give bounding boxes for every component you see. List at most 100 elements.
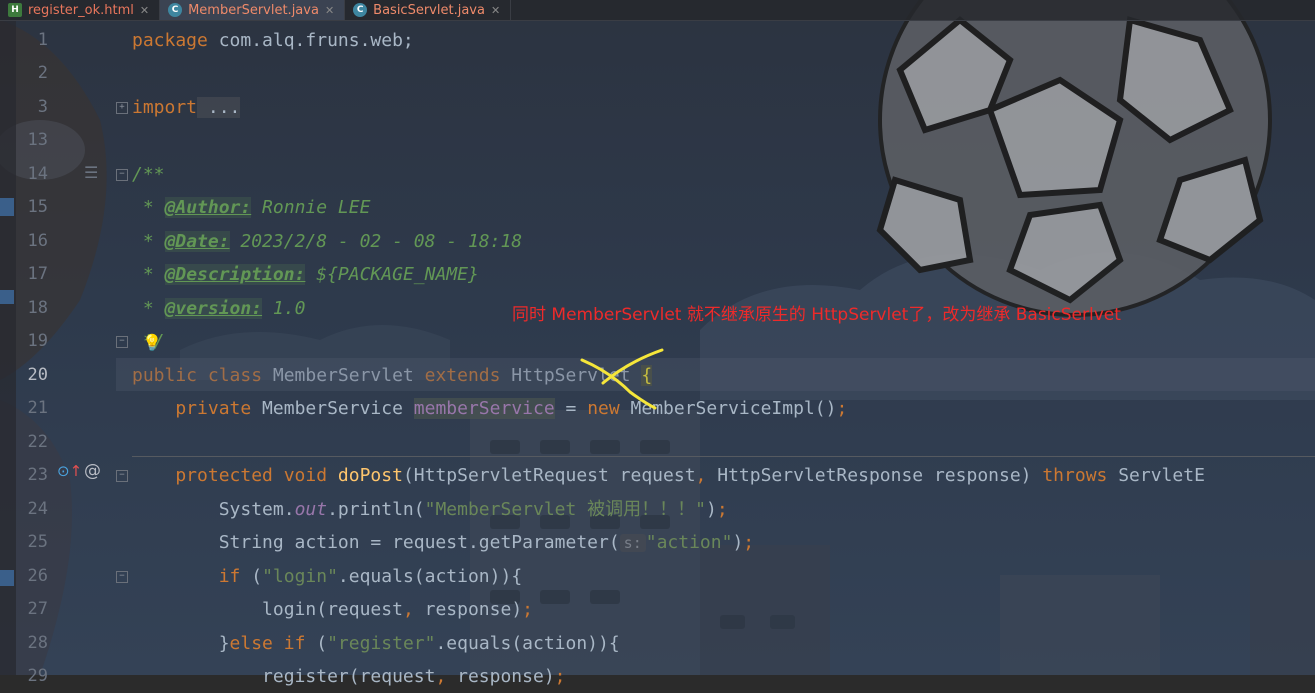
close-icon[interactable]: ✕ [140, 4, 149, 17]
side-tool-strip [0, 20, 16, 675]
keyword: else if [229, 633, 306, 654]
tab-label: BasicServlet.java [373, 2, 485, 18]
code-text: .println( [327, 499, 425, 520]
html-file-icon: H [8, 3, 22, 17]
type-name: MemberService [251, 398, 414, 419]
line-number: 2 [37, 63, 48, 83]
code-line-26[interactable]: if ("login".equals(action)){ [132, 560, 522, 593]
code-line-29[interactable]: register(request, response); [132, 660, 566, 693]
editor-tab-bar: H register_ok.html ✕ C MemberServlet.jav… [0, 0, 1315, 21]
code-text: ServletE [1107, 465, 1205, 486]
annotation-at-icon[interactable]: @ [84, 461, 101, 481]
code-line-1[interactable]: package com.alq.fruns.web; [132, 24, 414, 57]
semicolon: ; [522, 599, 533, 620]
line-number: 15 [27, 197, 48, 217]
code-text: ) [706, 499, 717, 520]
parameter-hint: s: [619, 534, 646, 552]
comma: , [695, 465, 707, 486]
keyword: private [132, 398, 252, 419]
tab-register-ok-html[interactable]: H register_ok.html ✕ [0, 0, 161, 20]
code-line-17[interactable]: * @Description: ${PACKAGE_NAME} [132, 258, 479, 291]
keyword: package [132, 30, 208, 51]
code-line-21[interactable]: private MemberService memberService = ne… [132, 392, 847, 425]
code-text: (HttpServletRequest request [402, 465, 696, 486]
structure-marker[interactable] [0, 570, 14, 586]
line-number: 18 [27, 298, 48, 318]
structure-marker[interactable] [0, 290, 14, 304]
override-method-icon[interactable]: ⊙↑ [57, 462, 82, 480]
line-number: 26 [27, 566, 48, 586]
line-number: 16 [27, 231, 48, 251]
code-line-14[interactable]: /** [132, 158, 165, 191]
current-line-highlight [116, 358, 1315, 391]
code-text: String action = request.getParameter( [132, 532, 620, 553]
code-text: response) [446, 666, 555, 687]
doc-comment: * [132, 231, 165, 252]
semicolon: ; [836, 398, 848, 419]
line-number-current: 20 [27, 365, 48, 385]
code-line-16[interactable]: * @Date: 2023/2/8 - 02 - 08 - 18:18 [132, 225, 522, 258]
doc-comment: 1.0 [262, 298, 306, 319]
doc-comment: * [132, 264, 165, 285]
doc-comment: Ronnie LEE [251, 197, 371, 218]
line-number: 17 [27, 264, 48, 284]
code-line-27[interactable]: login(request, response); [132, 593, 533, 626]
java-class-icon: C [168, 3, 183, 17]
doc-tag: @Date: [164, 231, 230, 252]
code-text: ) [732, 532, 744, 553]
string-literal: "action" [645, 532, 733, 553]
code-line-3[interactable]: import ... [132, 91, 241, 124]
line-number: 22 [27, 432, 48, 452]
semicolon: ; [743, 532, 755, 553]
doc-comment: * [132, 197, 165, 218]
line-number: 14 [27, 164, 48, 184]
line-number: 29 [27, 666, 48, 686]
code-text: .equals(action)){ [435, 633, 620, 654]
folded-imports[interactable]: ... [197, 97, 241, 118]
line-number: 25 [27, 532, 48, 552]
string-literal: "login" [262, 566, 338, 587]
java-class-icon: C [353, 3, 368, 17]
keyword: new [587, 398, 620, 419]
string-literal: "register" [327, 633, 436, 654]
keyword: if [132, 566, 241, 587]
line-number-gutter[interactable]: 1 2 3 13 14 15 16 17 18 19 20 21 22 23 2… [16, 20, 128, 686]
code-text: ( [240, 566, 263, 587]
code-text: com.alq.fruns.web; [207, 30, 414, 51]
static-field: out [294, 499, 328, 520]
code-text: .equals(action)){ [337, 566, 523, 587]
line-number: 13 [27, 130, 48, 150]
line-number: 23 [27, 465, 48, 485]
line-number: 28 [27, 633, 48, 653]
comma: , [435, 666, 447, 687]
line-number: 27 [27, 599, 48, 619]
line-number: 21 [27, 398, 48, 418]
code-line-24[interactable]: System.out.println("MemberServlet 被调用！！！… [132, 493, 728, 526]
tab-basic-servlet-java[interactable]: C BasicServlet.java ✕ [345, 0, 512, 20]
code-line-28[interactable]: }else if ("register".equals(action)){ [132, 627, 620, 660]
code-text: HttpServletResponse response) [706, 465, 1043, 486]
line-number: 19 [27, 331, 48, 351]
close-icon[interactable]: ✕ [325, 4, 334, 17]
code-line-25[interactable]: String action = request.getParameter(s: "… [132, 526, 754, 559]
code-line-15[interactable]: * @Author: Ronnie LEE [132, 191, 370, 224]
code-text: = [554, 398, 588, 419]
doc-render-icon[interactable]: ☰ [84, 163, 98, 182]
code-text: } [132, 633, 230, 654]
field-name: memberService [413, 398, 555, 419]
code-line-23[interactable]: protected void doPost(HttpServletRequest… [132, 459, 1205, 492]
lightbulb-icon[interactable]: 💡 [142, 333, 162, 352]
code-editor[interactable]: package com.alq.fruns.web; import ... /*… [116, 20, 1315, 687]
close-icon[interactable]: ✕ [491, 4, 500, 17]
keyword: import [132, 97, 198, 118]
keyword: protected void [132, 465, 328, 486]
doc-comment: ${PACKAGE_NAME} [305, 264, 479, 285]
code-text: ( [305, 633, 328, 654]
semicolon: ; [554, 666, 566, 687]
structure-marker[interactable] [0, 198, 14, 216]
code-line-18[interactable]: * @version: 1.0 [132, 292, 305, 325]
tab-member-servlet-java[interactable]: C MemberServlet.java ✕ [160, 0, 346, 20]
doc-tag: @Description: [164, 264, 306, 285]
comma: , [402, 599, 414, 620]
code-text: login(request [132, 599, 403, 620]
